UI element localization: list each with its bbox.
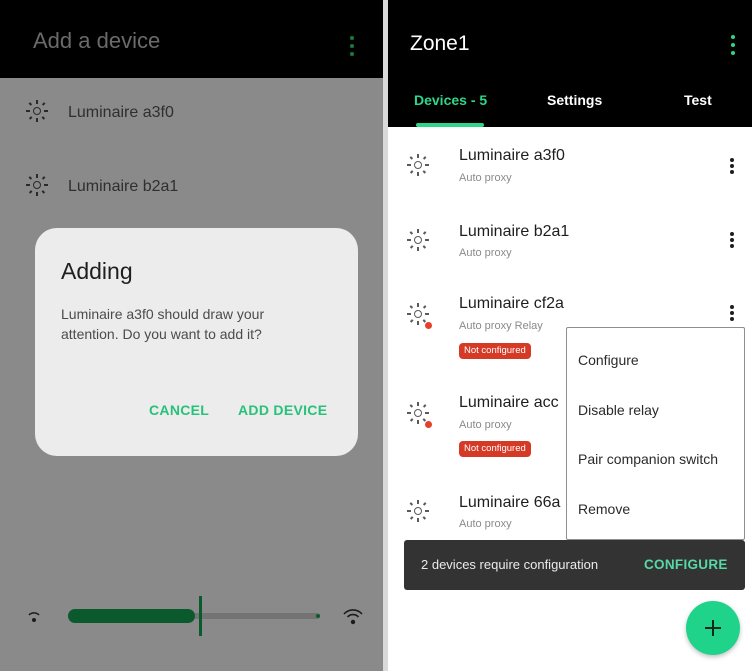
menu-item-disable-relay[interactable]: Disable relay <box>578 402 659 418</box>
lightbulb-sun-icon <box>26 100 48 122</box>
more-vert-icon[interactable] <box>729 305 735 321</box>
device-name: Luminaire acc <box>459 394 559 411</box>
status-badge: Not configured <box>459 441 531 457</box>
lightbulb-sun-icon <box>26 174 48 196</box>
device-subtitle: Auto proxy <box>459 518 512 530</box>
add-device-screen: Add a device Luminaire a3f0 Luminaire b2… <box>0 0 383 671</box>
device-name: Luminaire cf2a <box>459 295 564 312</box>
slider-thumb[interactable] <box>199 596 202 636</box>
more-vert-icon[interactable] <box>729 35 737 55</box>
snackbar-message: 2 devices require configuration <box>421 557 599 572</box>
cancel-button[interactable]: CANCEL <box>149 402 209 418</box>
lightbulb-sun-icon <box>407 500 429 522</box>
wifi-low-icon <box>28 612 40 622</box>
dialog-title: Adding <box>61 258 133 284</box>
slider-fill <box>68 609 195 623</box>
more-vert-icon[interactable] <box>348 36 356 56</box>
list-item[interactable]: Luminaire b2a1 <box>0 152 383 212</box>
wifi-high-icon <box>343 609 363 625</box>
dialog-message: Luminaire a3f0 should draw your attentio… <box>61 306 265 342</box>
warning-dot-icon <box>425 421 432 428</box>
page-title: Add a device <box>33 28 161 53</box>
page-title: Zone1 <box>410 32 470 55</box>
device-name: Luminaire b2a1 <box>459 223 570 240</box>
add-device-button[interactable]: ADD DEVICE <box>238 402 327 418</box>
list-item-label: Luminaire b2a1 <box>68 178 179 195</box>
device-name: Luminaire 66a <box>459 494 561 511</box>
menu-item-pair-companion-switch[interactable]: Pair companion switch <box>578 451 718 467</box>
tab-devices[interactable]: Devices - 5 <box>414 92 487 108</box>
list-item[interactable]: Luminaire a3f0 <box>0 78 383 138</box>
device-subtitle: Auto proxy <box>459 172 512 184</box>
lightbulb-sun-icon <box>407 229 429 251</box>
signal-strength-slider[interactable] <box>26 596 366 636</box>
device-row[interactable]: Luminaire a3f0 Auto proxy <box>388 127 752 199</box>
warning-dot-icon <box>425 322 432 329</box>
tab-settings[interactable]: Settings <box>547 92 602 108</box>
more-vert-icon[interactable] <box>729 158 735 174</box>
snackbar: 2 devices require configuration CONFIGUR… <box>404 540 745 590</box>
more-vert-icon[interactable] <box>729 232 735 248</box>
device-subtitle: Auto proxy Relay <box>459 320 543 332</box>
device-context-menu: Configure Disable relay Pair companion s… <box>566 327 745 540</box>
lightbulb-sun-icon <box>407 154 429 176</box>
list-item-label: Luminaire a3f0 <box>68 104 174 121</box>
status-badge: Not configured <box>459 343 531 359</box>
tab-test[interactable]: Test <box>684 92 712 108</box>
app-bar: Zone1 Devices - 5 Settings Test <box>388 0 752 127</box>
adding-dialog: Adding Luminaire a3f0 should draw your a… <box>35 228 358 456</box>
device-subtitle: Auto proxy <box>459 419 512 431</box>
device-row[interactable]: Luminaire b2a1 Auto proxy <box>388 203 752 275</box>
slider-end-dot <box>316 614 320 618</box>
menu-item-remove[interactable]: Remove <box>578 501 630 517</box>
menu-item-configure[interactable]: Configure <box>578 352 639 368</box>
device-name: Luminaire a3f0 <box>459 147 565 164</box>
app-bar: Add a device <box>0 0 383 78</box>
configure-action-button[interactable]: CONFIGURE <box>644 557 728 572</box>
device-subtitle: Auto proxy <box>459 247 512 259</box>
add-device-fab[interactable] <box>686 601 740 655</box>
zone-screen: Zone1 Devices - 5 Settings Test Luminair… <box>388 0 752 671</box>
plus-icon-bar <box>705 627 721 629</box>
